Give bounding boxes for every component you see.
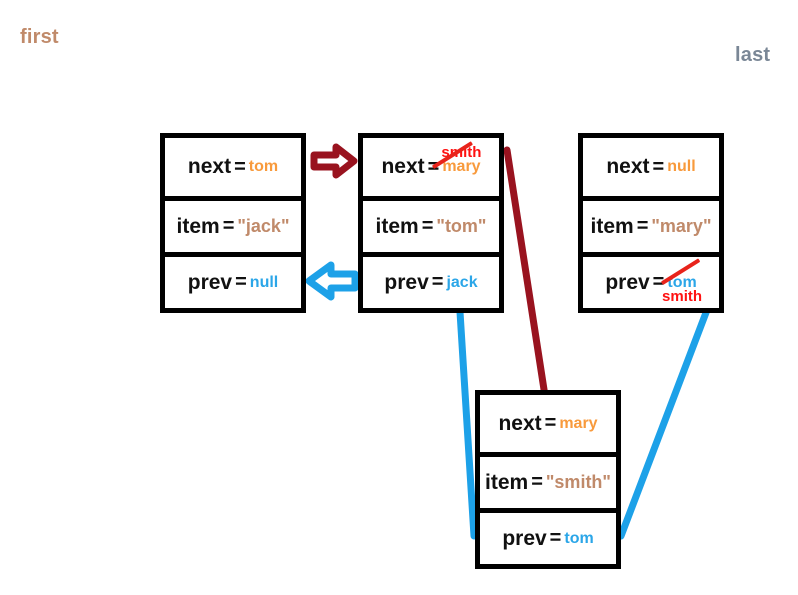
equals-sign: = <box>234 155 246 178</box>
equals-sign: = <box>549 527 562 549</box>
node-mary: next = null item = "mary" prev = tom smi… <box>578 133 724 313</box>
node-mary-prev-row: prev = tom smith <box>583 252 719 308</box>
equals-sign: = <box>222 215 235 237</box>
node-tom-next-row: next = smith mary <box>363 138 499 196</box>
field-label-next: next <box>187 155 232 178</box>
next-line-tom-to-smith <box>503 146 549 400</box>
field-label-prev: prev <box>187 270 233 294</box>
field-label-prev: prev <box>384 270 429 294</box>
equals-sign: = <box>421 215 434 237</box>
node-mary-next-value-wrap: null <box>667 158 695 176</box>
node-jack-item-value: "jack" <box>237 216 290 236</box>
field-label-item: item <box>375 214 419 238</box>
first-pointer-label: first <box>20 26 59 48</box>
node-jack-prev-row: prev = null <box>165 252 301 308</box>
equals-sign: = <box>431 271 444 293</box>
field-label-next: next <box>606 155 650 178</box>
node-tom-next-value-wrap: smith mary <box>432 141 481 176</box>
node-tom-item-value: "tom" <box>436 216 487 236</box>
node-tom-prev-value: jack <box>446 273 478 291</box>
node-tom-prev-row: prev = jack <box>363 252 499 308</box>
node-mary-item-value: "mary" <box>651 216 712 236</box>
equals-sign: = <box>544 412 557 434</box>
field-label-item: item <box>485 470 529 494</box>
node-smith: next = mary item = "smith" prev = tom <box>475 390 621 569</box>
node-jack-next-value: tom <box>248 158 279 175</box>
field-label-item: item <box>590 214 634 238</box>
node-smith-item-row: item = "smith" <box>480 452 616 508</box>
node-smith-prev-value: tom <box>564 529 594 547</box>
node-tom: next = smith mary item = "tom" prev = ja… <box>358 133 504 313</box>
node-smith-item-value: "smith" <box>545 472 611 492</box>
node-jack-prev-value: null <box>249 273 279 291</box>
field-label-next: next <box>498 411 542 435</box>
node-smith-next-row: next = mary <box>480 395 616 452</box>
field-label-next: next <box>381 155 425 178</box>
prev-arrow-tom-to-jack <box>305 261 359 301</box>
last-pointer-label: last <box>735 44 771 66</box>
node-mary-prev-value-wrap: tom smith <box>661 257 702 305</box>
node-jack-item-row: item = "jack" <box>165 196 301 252</box>
node-mary-next-value: null <box>667 158 696 175</box>
next-arrow-jack-to-tom <box>310 143 358 179</box>
prev-line-mary-to-smith <box>617 306 711 540</box>
equals-sign: = <box>652 155 665 178</box>
equals-sign: = <box>235 271 247 293</box>
node-smith-prev-row: prev = tom <box>480 508 616 564</box>
prev-line-smith-to-tom <box>456 308 478 540</box>
field-label-prev: prev <box>502 526 547 550</box>
node-tom-prev-value-wrap: jack <box>446 274 477 292</box>
node-tom-item-row: item = "tom" <box>363 196 499 252</box>
node-jack: next = tom item = "jack" prev = null <box>160 133 306 313</box>
equals-sign: = <box>531 471 543 493</box>
node-jack-prev-value-wrap: null <box>250 274 278 292</box>
node-mary-item-row: item = "mary" <box>583 196 719 252</box>
node-jack-next-value-wrap: tom <box>249 158 278 176</box>
node-jack-next-row: next = tom <box>165 138 301 196</box>
field-label-prev: prev <box>605 270 650 294</box>
node-smith-next-value: mary <box>559 414 598 432</box>
node-smith-prev-value-wrap: tom <box>564 530 593 548</box>
node-smith-next-value-wrap: mary <box>559 415 597 433</box>
field-label-item: item <box>176 214 220 238</box>
node-mary-prev-annotation: smith <box>662 287 703 305</box>
node-mary-next-row: next = null <box>583 138 719 196</box>
equals-sign: = <box>636 215 649 237</box>
